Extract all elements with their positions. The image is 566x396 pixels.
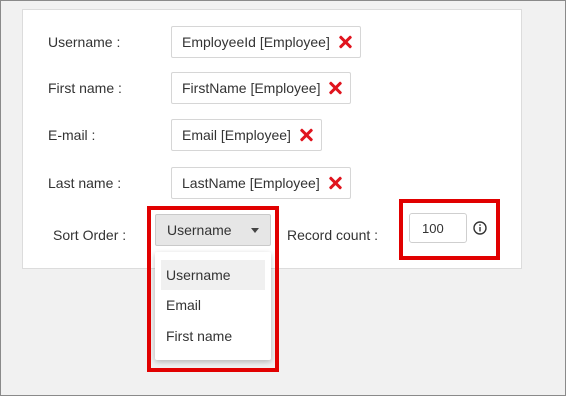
email-field[interactable]: Email [Employee] xyxy=(171,119,322,151)
email-value: Email [Employee] xyxy=(182,127,291,143)
first-name-label: First name : xyxy=(48,80,122,96)
last-name-field[interactable]: LastName [Employee] xyxy=(171,167,351,199)
remove-email-icon[interactable] xyxy=(299,128,313,142)
username-value: EmployeeId [Employee] xyxy=(182,34,330,50)
record-count-highlight-box xyxy=(399,199,500,260)
sort-order-label: Sort Order : xyxy=(53,227,127,243)
username-field[interactable]: EmployeeId [Employee] xyxy=(171,26,361,58)
remove-username-icon[interactable] xyxy=(338,35,352,49)
last-name-label: Last name : xyxy=(48,175,122,191)
dropdown-highlight-box xyxy=(147,206,279,372)
username-label: Username : xyxy=(48,34,121,50)
last-name-value: LastName [Employee] xyxy=(182,175,320,191)
first-name-value: FirstName [Employee] xyxy=(182,80,321,96)
record-count-label: Record count : xyxy=(287,227,379,243)
remove-last-name-icon[interactable] xyxy=(328,176,342,190)
email-label: E-mail : xyxy=(48,127,96,143)
remove-first-name-icon[interactable] xyxy=(328,81,342,95)
first-name-field[interactable]: FirstName [Employee] xyxy=(171,72,352,104)
